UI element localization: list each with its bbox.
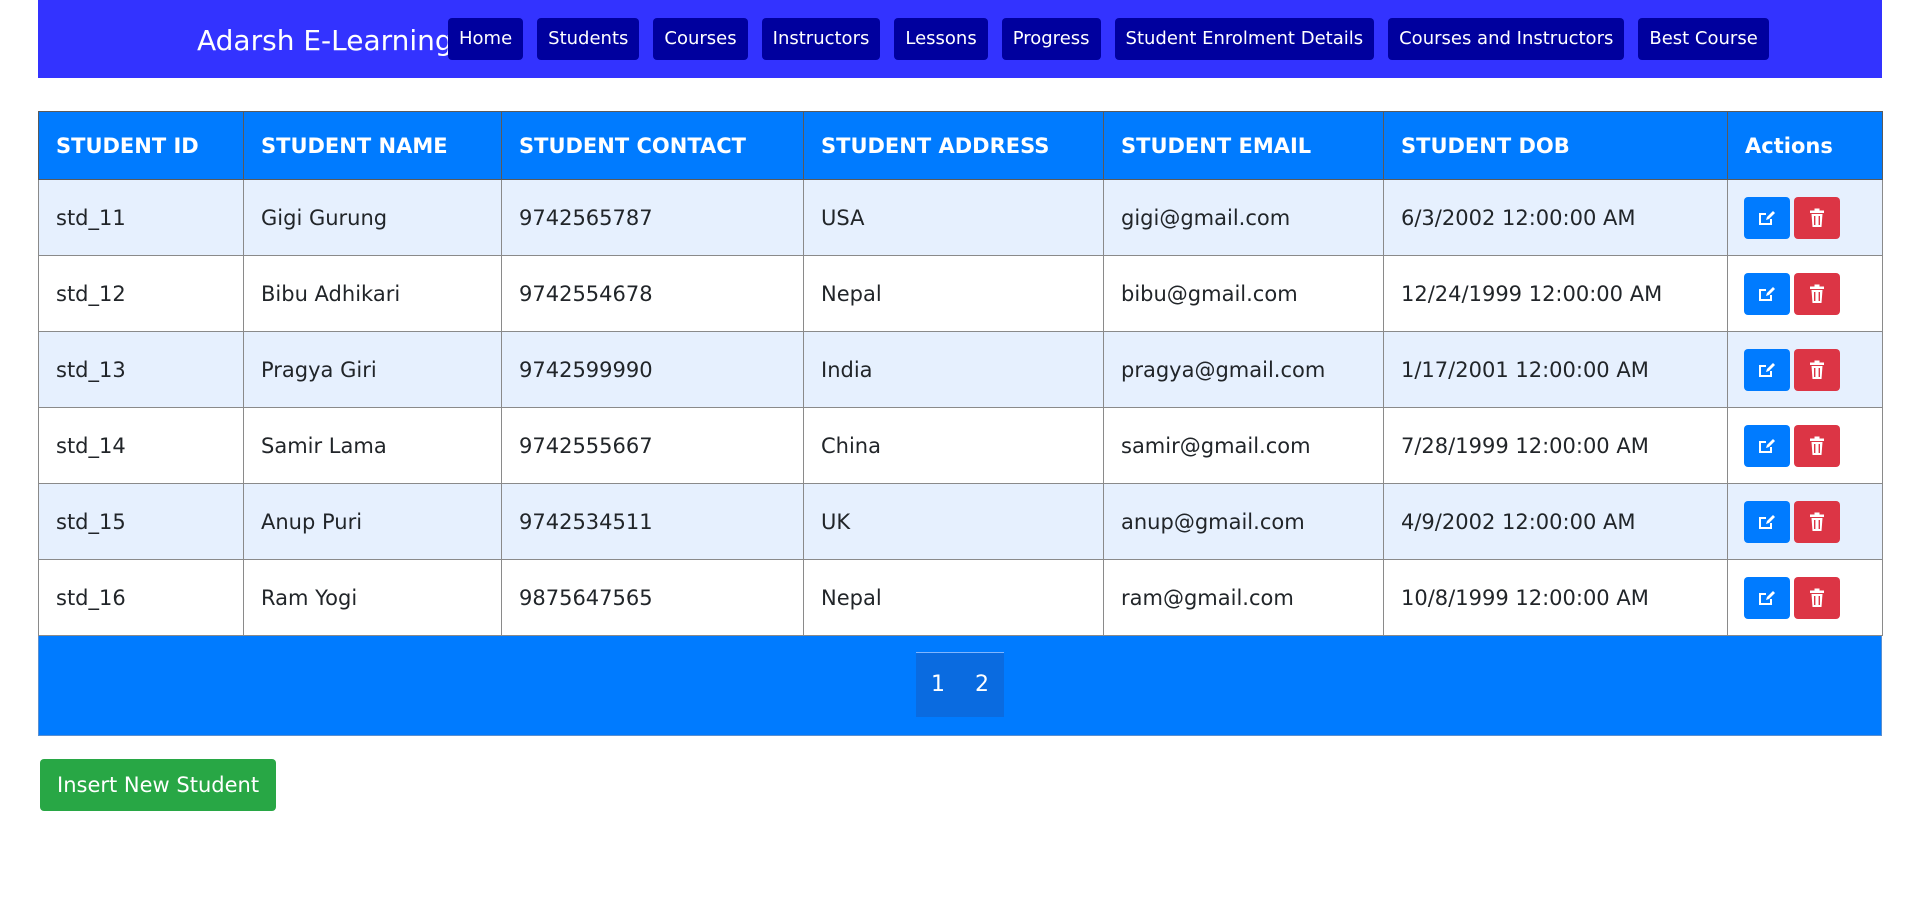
insert-new-student-button[interactable]: Insert New Student <box>40 759 277 811</box>
nav-link-student-enrolment-details[interactable]: Student Enrolment Details <box>1114 18 1375 60</box>
cell-student-address: Nepal <box>803 255 1104 332</box>
cell-student-dob: 12/24/1999 12:00:00 AM <box>1383 255 1728 332</box>
table-row: std_12 Bibu Adhikari 9742554678 Nepal bibu@g… <box>38 255 1883 332</box>
delete-button[interactable] <box>1794 348 1840 391</box>
edit-button[interactable] <box>1744 348 1790 391</box>
pagination-bar: 1 2 <box>38 636 1882 736</box>
delete-button[interactable] <box>1794 576 1840 619</box>
nav-link-courses[interactable]: Courses <box>653 18 748 60</box>
cell-student-id: std_12 <box>38 255 244 332</box>
cell-student-dob: 10/8/1999 12:00:00 AM <box>1383 559 1728 636</box>
students-table: STUDENT ID STUDENT NAME STUDENT CONTACT … <box>38 111 1883 636</box>
cell-student-name: Pragya Giri <box>243 331 502 408</box>
cell-actions <box>1727 179 1883 256</box>
edit-button[interactable] <box>1744 424 1790 467</box>
column-header-student-id: STUDENT ID <box>38 111 244 180</box>
edit-button[interactable] <box>1744 272 1790 315</box>
column-header-student-contact: STUDENT CONTACT <box>501 111 804 180</box>
table-row: std_11 Gigi Gurung 9742565787 USA gigi@gmail… <box>38 179 1883 256</box>
column-header-student-dob: STUDENT DOB <box>1383 111 1728 180</box>
cell-student-address: India <box>803 331 1104 408</box>
delete-button[interactable] <box>1794 500 1840 543</box>
cell-student-email: bibu@gmail.com <box>1103 255 1384 332</box>
cell-student-email: samir@gmail.com <box>1103 407 1384 484</box>
cell-actions <box>1727 331 1883 408</box>
table-header-row: STUDENT ID STUDENT NAME STUDENT CONTACT … <box>38 111 1883 180</box>
cell-student-email: pragya@gmail.com <box>1103 331 1384 408</box>
cell-student-name: Gigi Gurung <box>243 179 502 256</box>
cell-student-id: std_15 <box>38 483 244 560</box>
cell-student-email: ram@gmail.com <box>1103 559 1384 636</box>
table-body: std_11 Gigi Gurung 9742565787 USA gigi@gmail… <box>38 179 1883 636</box>
cell-student-contact: 9742554678 <box>501 255 804 332</box>
nav-links: Home Students Courses Instructors Lesson… <box>448 18 1769 60</box>
nav-link-best-course[interactable]: Best Course <box>1638 18 1769 60</box>
table-row: std_15 Anup Puri 9742534511 UK anup@gmail.co… <box>38 483 1883 560</box>
cell-student-contact: 9875647565 <box>501 559 804 636</box>
cell-student-contact: 9742534511 <box>501 483 804 560</box>
cell-student-name: Bibu Adhikari <box>243 255 502 332</box>
cell-student-contact: 9742555667 <box>501 407 804 484</box>
nav-link-lessons[interactable]: Lessons <box>894 18 988 60</box>
cell-actions <box>1727 407 1883 484</box>
cell-student-id: std_11 <box>38 179 244 256</box>
column-header-student-email: STUDENT EMAIL <box>1103 111 1384 180</box>
edit-button[interactable] <box>1744 576 1790 619</box>
cell-student-email: gigi@gmail.com <box>1103 179 1384 256</box>
cell-student-dob: 7/28/1999 12:00:00 AM <box>1383 407 1728 484</box>
edit-button[interactable] <box>1744 500 1790 543</box>
nav-link-instructors[interactable]: Instructors <box>761 18 881 60</box>
cell-student-contact: 9742599990 <box>501 331 804 408</box>
cell-student-name: Samir Lama <box>243 407 502 484</box>
students-table-container: STUDENT ID STUDENT NAME STUDENT CONTACT … <box>38 111 1883 736</box>
edit-button[interactable] <box>1744 196 1790 239</box>
cell-student-address: Nepal <box>803 559 1104 636</box>
cell-student-dob: 6/3/2002 12:00:00 AM <box>1383 179 1728 256</box>
column-header-student-name: STUDENT NAME <box>243 111 502 180</box>
cell-student-address: UK <box>803 483 1104 560</box>
cell-student-address: USA <box>803 179 1104 256</box>
cell-student-name: Ram Yogi <box>243 559 502 636</box>
cell-student-dob: 1/17/2001 12:00:00 AM <box>1383 331 1728 408</box>
cell-student-address: China <box>803 407 1104 484</box>
delete-button[interactable] <box>1794 424 1840 467</box>
page-link-1[interactable]: 1 <box>916 653 960 717</box>
nav-link-students[interactable]: Students <box>537 18 640 60</box>
nav-link-progress[interactable]: Progress <box>1001 18 1101 60</box>
brand-title[interactable]: Adarsh E-Learning <box>197 0 453 78</box>
cell-actions <box>1727 559 1883 636</box>
delete-button[interactable] <box>1794 196 1840 239</box>
cell-student-name: Anup Puri <box>243 483 502 560</box>
nav-link-home[interactable]: Home <box>448 18 524 60</box>
page-link-2[interactable]: 2 <box>960 653 1004 717</box>
column-header-student-address: STUDENT ADDRESS <box>803 111 1104 180</box>
delete-button[interactable] <box>1794 272 1840 315</box>
cell-student-id: std_16 <box>38 559 244 636</box>
table-row: std_14 Samir Lama 9742555667 China samir@gma… <box>38 407 1883 484</box>
pagination: 1 2 <box>916 652 1004 717</box>
cell-student-id: std_13 <box>38 331 244 408</box>
cell-actions <box>1727 483 1883 560</box>
cell-student-dob: 4/9/2002 12:00:00 AM <box>1383 483 1728 560</box>
cell-student-id: std_14 <box>38 407 244 484</box>
nav-link-courses-and-instructors[interactable]: Courses and Instructors <box>1388 18 1625 60</box>
cell-actions <box>1727 255 1883 332</box>
navbar: Adarsh E-Learning Home Students Courses … <box>38 0 1882 78</box>
cell-student-contact: 9742565787 <box>501 179 804 256</box>
table-row: std_16 Ram Yogi 9875647565 Nepal ram@gmail.c… <box>38 559 1883 636</box>
column-header-actions: Actions <box>1727 111 1883 180</box>
table-row: std_13 Pragya Giri 9742599990 India pragya@g… <box>38 331 1883 408</box>
cell-student-email: anup@gmail.com <box>1103 483 1384 560</box>
